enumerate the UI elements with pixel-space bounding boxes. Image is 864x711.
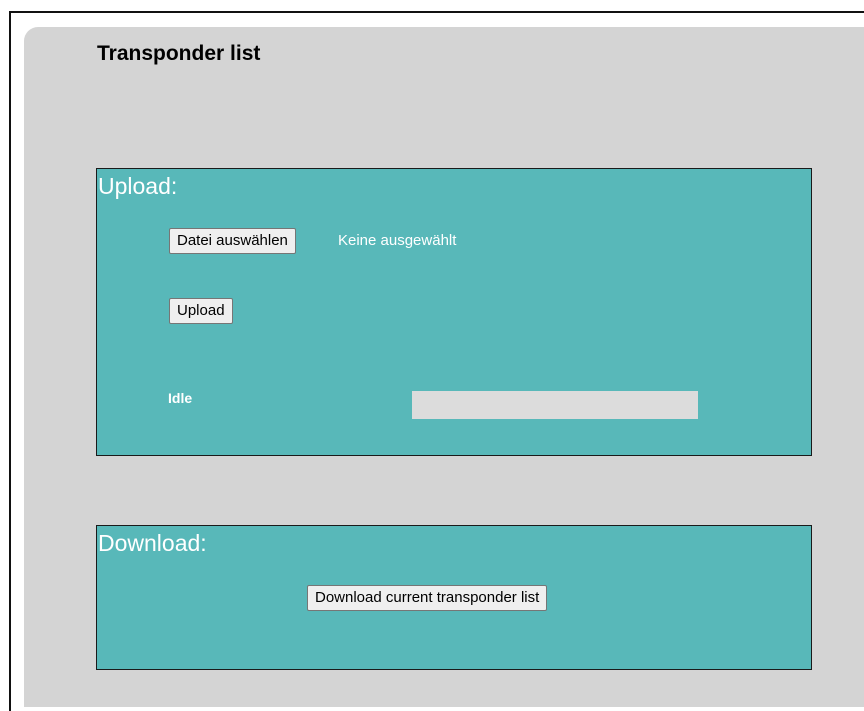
upload-status-text: Idle <box>168 390 193 406</box>
download-list-button[interactable]: Download current transponder list <box>307 585 548 611</box>
upload-section: Upload: Datei auswählen Keine ausgewählt… <box>96 168 812 456</box>
upload-button[interactable]: Upload <box>169 298 233 324</box>
download-section: Download: Download current transponder l… <box>96 525 812 670</box>
page-title: Transponder list <box>97 42 261 65</box>
upload-section-title: Upload: <box>98 173 178 199</box>
file-selection-status: Keine ausgewählt <box>338 232 457 249</box>
choose-file-button[interactable]: Datei auswählen <box>169 228 296 254</box>
download-section-title: Download: <box>98 530 207 556</box>
upload-progress-bar <box>412 391 698 419</box>
